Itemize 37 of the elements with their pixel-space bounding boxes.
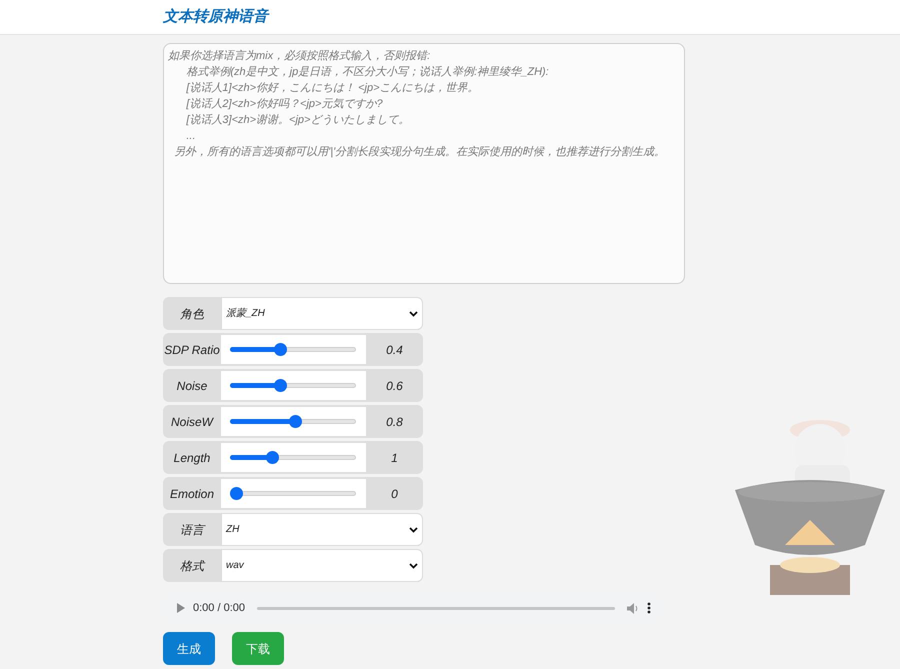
control-label: Length [172,450,212,466]
control-label: 语言 [179,522,206,538]
chevron-icon [409,562,418,568]
dropdown[interactable]: ZH [221,513,423,546]
slider-thumb[interactable] [266,451,280,464]
volume-icon[interactable] [627,602,639,614]
progress-track[interactable] [257,606,615,610]
action-button[interactable]: 生成 [163,632,215,665]
slider-value: 0 [390,486,399,502]
slider[interactable] [230,414,356,430]
slider[interactable] [230,486,356,502]
slider-value: 0.8 [385,414,404,430]
control-label: 格式 [179,558,206,574]
slider[interactable] [230,342,356,358]
slider-value: 1 [390,450,399,466]
slider-thumb[interactable] [274,343,287,356]
control-label: SDP Ratio [163,342,221,358]
chevron-icon [409,526,418,532]
slider-thumb[interactable] [230,487,243,500]
control-label: Emotion [168,486,216,502]
play-icon[interactable] [177,603,185,613]
slider[interactable] [230,450,356,466]
slider-value: 0.4 [385,342,404,358]
chevron-icon [409,310,418,316]
slider[interactable] [230,378,356,394]
slider-value: 0.6 [385,378,404,394]
dropdown[interactable]: wav [221,549,423,582]
control-label: 角色 [179,306,205,322]
more-icon[interactable] [647,602,651,614]
control-label: NoiseW [170,414,215,430]
time-display: 0:00 / 0:00 [193,600,245,616]
page-title: 文本转原神语音 [163,6,268,27]
slider-thumb[interactable] [274,379,287,392]
control-label: Noise [176,378,208,394]
text-input[interactable]: 如果你选择语言为mix，必须按照格式输入，否则报错: 格式举例(zh是中文，jp是日语，不区分大小写；说话人举例:神里绫华_ZH): [说话人1]<zh>你好，こんにちは！ <jp>こんにちは，世界。 [说话人2]<zh>你好吗？<jp>元気ですか? [说话人3]<zh>谢谢。<jp>どういたしまして。 ... 另外，所有的语言选项都可以用'|'分割长段实现分句生成。在实际使用的时候，也推荐进行分割生成。 [163,43,685,284]
dropdown[interactable]: 派蒙_ZH [221,297,423,330]
slider-thumb[interactable] [289,415,302,428]
